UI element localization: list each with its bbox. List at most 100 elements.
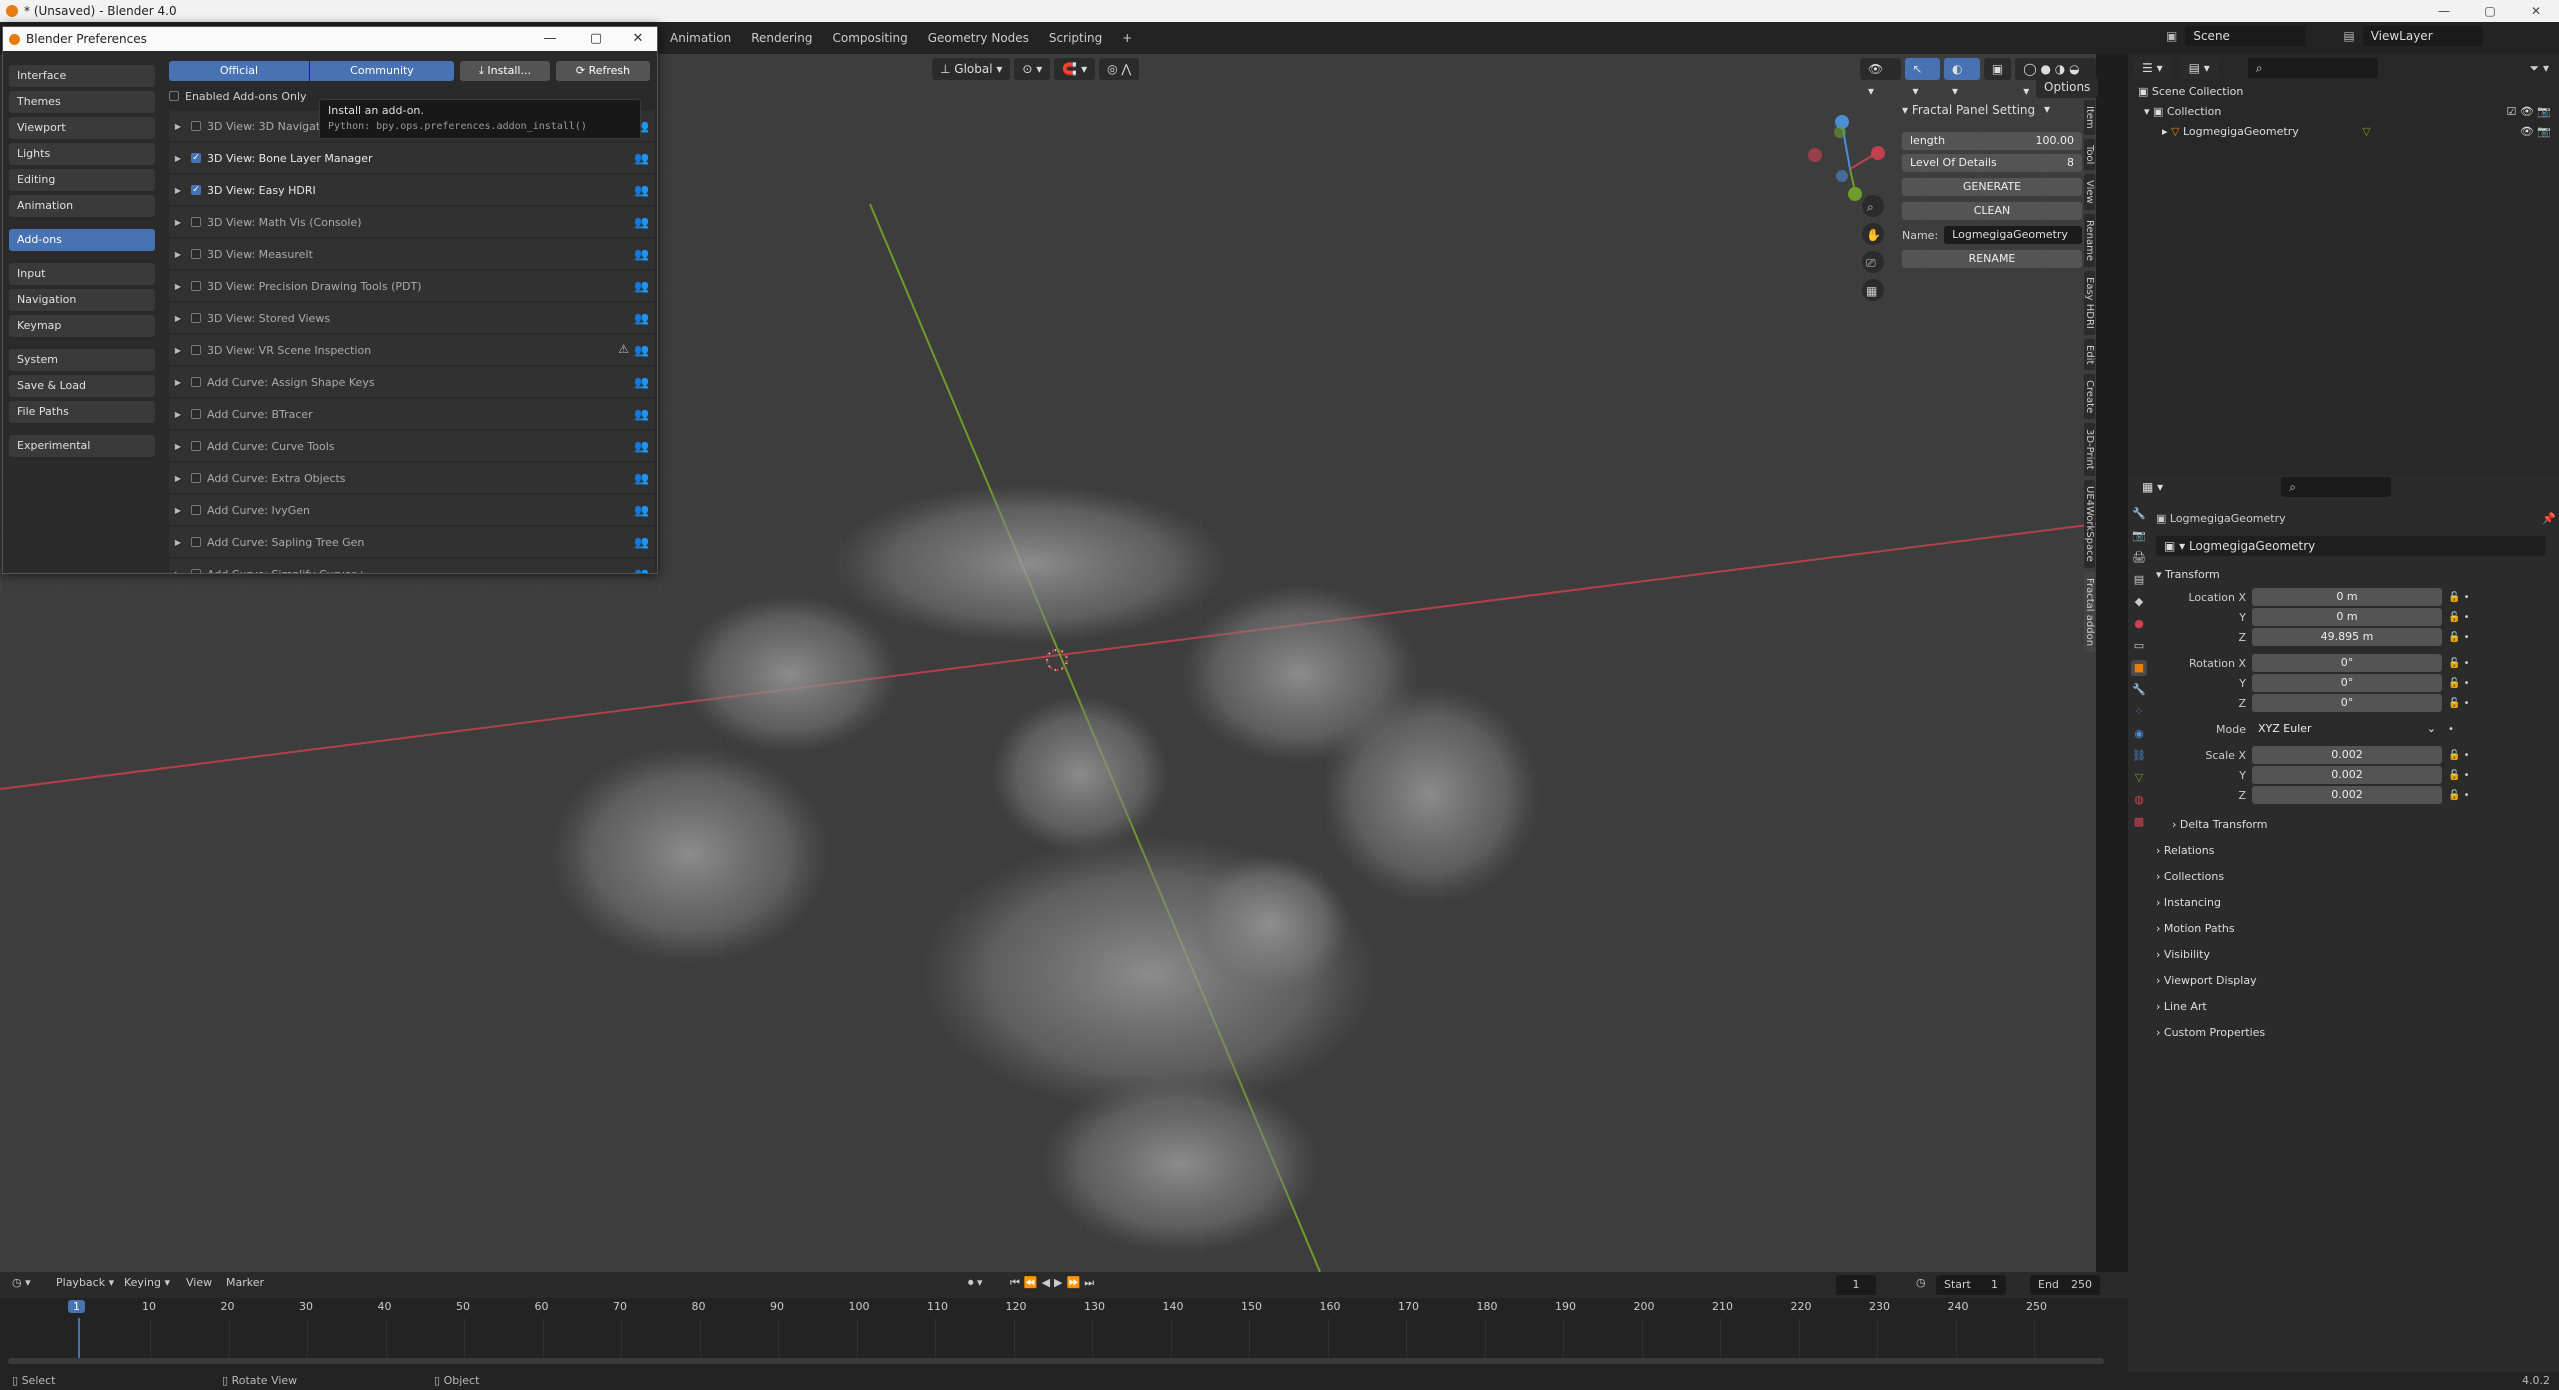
object-tab-icon[interactable]: ■ bbox=[2131, 660, 2147, 676]
minimize-button[interactable]: — bbox=[527, 27, 573, 51]
playback-menu[interactable]: Playback ▾ bbox=[56, 1276, 114, 1289]
tab-scripting[interactable]: Scripting bbox=[1039, 31, 1112, 45]
rotation-y-field[interactable]: 0° bbox=[2252, 674, 2442, 692]
nav-animation[interactable]: Animation bbox=[9, 195, 155, 217]
refresh-button[interactable]: ⟳ Refresh bbox=[556, 61, 650, 81]
xray-toggle[interactable]: ▣ bbox=[1983, 58, 2012, 80]
snap-toggle[interactable]: 🧲 ▾ bbox=[1054, 58, 1096, 80]
rotation-mode-dropdown[interactable]: XYZ Euler ⌄ bbox=[2252, 720, 2442, 738]
addon-row[interactable]: ▶ 3D View: Math Vis (Console) 👥 bbox=[169, 207, 655, 237]
addon-enable-checkbox[interactable] bbox=[191, 441, 201, 451]
expand-icon[interactable]: ▶ bbox=[169, 314, 187, 323]
expand-icon[interactable]: ▶ bbox=[169, 122, 187, 131]
lock-icon[interactable]: 🔓 • bbox=[2448, 658, 2488, 669]
editor-type-dropdown[interactable]: ▦ ▾ bbox=[2134, 476, 2172, 498]
close-button[interactable]: ✕ bbox=[2513, 0, 2559, 22]
motion-paths-section[interactable]: › Motion Paths bbox=[2156, 916, 2556, 942]
modifier-tab-icon[interactable]: 🔧 bbox=[2131, 682, 2147, 698]
lock-icon[interactable]: 🔓 • bbox=[2448, 678, 2488, 689]
tool-tab-icon[interactable]: 🔧 bbox=[2131, 506, 2147, 522]
expand-icon[interactable]: ▶ bbox=[169, 410, 187, 419]
world-tab-icon[interactable]: ● bbox=[2131, 616, 2147, 632]
addon-enable-checkbox[interactable] bbox=[191, 569, 201, 573]
enabled-only-checkbox[interactable] bbox=[169, 91, 179, 101]
addon-row[interactable]: ▶ Add Curve: Sapling Tree Gen 👥 bbox=[169, 527, 655, 557]
addon-row[interactable]: ▶ Add Curve: Curve Tools 👥 bbox=[169, 431, 655, 461]
clean-button[interactable]: CLEAN bbox=[1902, 202, 2082, 220]
object-row[interactable]: ▸ ▽ LogmegigaGeometry ▽ 👁 📷 bbox=[2128, 122, 2559, 142]
editor-type-dropdown[interactable]: ☰ ▾ bbox=[2134, 57, 2171, 79]
view-layer-tab-icon[interactable]: ▤ bbox=[2131, 572, 2147, 588]
addon-row[interactable]: ▶ 3D View: Precision Drawing Tools (PDT) 👥 bbox=[169, 271, 655, 301]
delta-transform-section[interactable]: › Delta Transform bbox=[2156, 812, 2556, 838]
editor-type-icon[interactable]: ◷ ▾ bbox=[12, 1276, 31, 1289]
install-button[interactable]: ⤓ Install... bbox=[460, 61, 550, 81]
visibility-section[interactable]: › Visibility bbox=[2156, 942, 2556, 968]
rename-button[interactable]: RENAME bbox=[1902, 250, 2082, 268]
level-of-details-field[interactable]: Level Of Details 8 bbox=[1902, 154, 2082, 172]
viewlayer-selector[interactable]: ViewLayer bbox=[2362, 26, 2483, 46]
addon-row[interactable]: ▶ Add Curve: IvyGen 👥 bbox=[169, 495, 655, 525]
collections-section[interactable]: › Collections bbox=[2156, 864, 2556, 890]
scale-y-field[interactable]: 0.002 bbox=[2252, 766, 2442, 784]
marker-menu[interactable]: Marker bbox=[226, 1276, 264, 1289]
current-frame-field[interactable]: 1 bbox=[1836, 1275, 1876, 1295]
expand-icon[interactable]: ▶ bbox=[169, 442, 187, 451]
tab-view[interactable]: View bbox=[2084, 174, 2095, 210]
nav-lights[interactable]: Lights bbox=[9, 143, 155, 165]
addon-enable-checkbox[interactable] bbox=[191, 473, 201, 483]
addon-row[interactable]: ▶ ✓ 3D View: Bone Layer Manager 👥 bbox=[169, 143, 655, 173]
tab-ue4workspace[interactable]: UE4WorkSpace bbox=[2084, 480, 2095, 568]
viewport-display-section[interactable]: › Viewport Display bbox=[2156, 968, 2556, 994]
lock-icon[interactable]: 🔓 • bbox=[2448, 612, 2488, 623]
object-name-input[interactable]: ▣ ▾ LogmegigaGeometry bbox=[2156, 536, 2546, 556]
tab-animation[interactable]: Animation bbox=[660, 31, 741, 45]
timeline-scrollbar[interactable] bbox=[8, 1358, 2104, 1364]
addon-enable-checkbox[interactable] bbox=[191, 345, 201, 355]
filter-icon[interactable]: ⏷ ▾ bbox=[2530, 61, 2549, 76]
rotation-z-field[interactable]: 0° bbox=[2252, 694, 2442, 712]
nav-experimental[interactable]: Experimental bbox=[9, 435, 155, 457]
collection-row[interactable]: ▾ ▣ Collection ☑ 👁 📷 bbox=[2128, 102, 2559, 122]
gizmo-toggle[interactable]: ↖ ▾ bbox=[1904, 58, 1941, 98]
view-menu[interactable]: View bbox=[186, 1276, 212, 1289]
addon-enable-checkbox[interactable] bbox=[191, 377, 201, 387]
visibility-toggles[interactable]: 👁 📷 bbox=[2520, 122, 2551, 142]
transform-orientation-dropdown[interactable]: ⊥ Global ▾ bbox=[932, 58, 1011, 80]
nav-system[interactable]: System bbox=[9, 349, 155, 371]
texture-tab-icon[interactable]: ▩ bbox=[2131, 814, 2147, 830]
playhead-indicator[interactable]: 1 bbox=[68, 1300, 85, 1313]
nav-editing[interactable]: Editing bbox=[9, 169, 155, 191]
tab-compositing[interactable]: Compositing bbox=[822, 31, 917, 45]
outliner-search-input[interactable]: ⌕ bbox=[2247, 58, 2378, 78]
line-art-section[interactable]: › Line Art bbox=[2156, 994, 2556, 1020]
addon-row[interactable]: ▶ 3D View: Stored Views 👥 bbox=[169, 303, 655, 333]
tab-tool[interactable]: Tool bbox=[2084, 138, 2095, 171]
playback-controls[interactable]: ⏮⏪◀▶⏩⏭ bbox=[1010, 1276, 1098, 1290]
pin-icon[interactable]: 📌 bbox=[2542, 508, 2556, 530]
tab-rendering[interactable]: Rendering bbox=[741, 31, 822, 45]
expand-icon[interactable]: ▶ bbox=[169, 506, 187, 515]
addon-enable-checkbox[interactable] bbox=[191, 249, 201, 259]
physics-tab-icon[interactable]: ◉ bbox=[2131, 726, 2147, 742]
addon-enable-checkbox[interactable] bbox=[191, 217, 201, 227]
tab-3d-print[interactable]: 3D-Print bbox=[2084, 423, 2095, 477]
minimize-button[interactable]: — bbox=[2421, 0, 2467, 22]
scene-tab-icon[interactable]: ◆ bbox=[2131, 594, 2147, 610]
tab-item[interactable]: Item bbox=[2084, 100, 2095, 135]
expand-icon[interactable]: ▶ bbox=[169, 570, 187, 574]
addon-row[interactable]: ▶ ✓ 3D View: Easy HDRI 👥 bbox=[169, 175, 655, 205]
add-workspace-button[interactable]: + bbox=[1112, 31, 1142, 45]
constraints-tab-icon[interactable]: ⛓ bbox=[2131, 748, 2147, 764]
close-button[interactable]: ✕ bbox=[615, 27, 661, 51]
addon-row[interactable]: ▶ 3D View: MeasureIt 👥 bbox=[169, 239, 655, 269]
nav-save-load[interactable]: Save & Load bbox=[9, 375, 155, 397]
nav-file-paths[interactable]: File Paths bbox=[9, 401, 155, 423]
nav-viewport[interactable]: Viewport bbox=[9, 117, 155, 139]
expand-icon[interactable]: ▾ bbox=[2144, 105, 2153, 118]
visibility-dropdown[interactable]: 👁 ▾ bbox=[1860, 58, 1901, 98]
expand-icon[interactable]: ▶ bbox=[169, 250, 187, 259]
addon-enable-checkbox[interactable] bbox=[191, 409, 201, 419]
addon-enable-checkbox[interactable] bbox=[191, 121, 201, 131]
generate-button[interactable]: GENERATE bbox=[1902, 178, 2082, 196]
